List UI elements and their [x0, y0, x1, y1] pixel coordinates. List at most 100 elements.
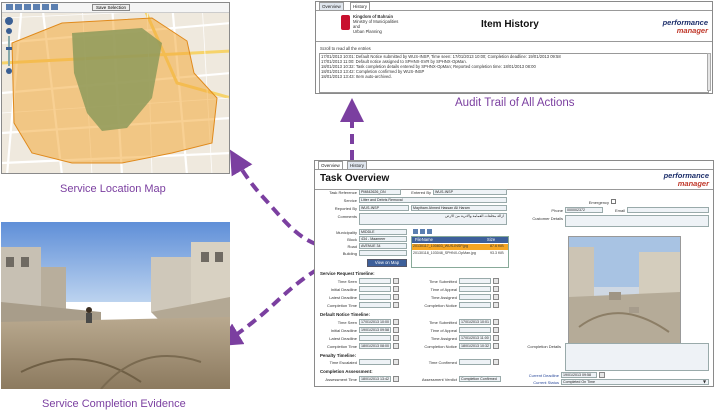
attachments-toolbar [411, 228, 507, 236]
save-selection-button[interactable]: Save Selection [92, 4, 131, 11]
block-select[interactable]: 434 - Maameer [359, 236, 407, 242]
table-row[interactable]: 20130117_100803_WUS-INSP.jpg 87.6 KiB [412, 244, 508, 250]
reporter-name-field[interactable]: Maytham Ahmed Hassan Ali Haram [411, 205, 507, 211]
def-right-label: Time of Appeal [430, 328, 457, 333]
assessment-verdict-field[interactable]: Completion Confirmed [459, 376, 501, 382]
req-right-field[interactable] [459, 302, 491, 308]
def-right-field[interactable]: 17/01/2013 10:01 [459, 319, 491, 325]
completion-photo[interactable] [568, 236, 681, 345]
date-picker-icon[interactable] [393, 376, 399, 382]
entered-by-label: Entered By [411, 190, 431, 195]
req-left-field[interactable] [359, 294, 391, 300]
add-file-icon[interactable] [413, 229, 418, 234]
remove-file-icon[interactable] [420, 229, 425, 234]
date-picker-icon[interactable] [393, 359, 399, 365]
def-right-label: Time Submitted [429, 320, 457, 325]
req-left-field[interactable] [359, 278, 391, 284]
building-field[interactable] [359, 250, 407, 256]
req-left-field[interactable] [359, 286, 391, 292]
req-right-field[interactable] [459, 294, 491, 300]
def-right-label: Time Assigned [430, 336, 457, 341]
date-picker-icon[interactable] [493, 335, 499, 341]
zoom-track[interactable] [8, 36, 10, 66]
zoom-in-icon[interactable] [6, 28, 12, 34]
date-picker-icon[interactable] [393, 278, 399, 284]
block-label: Block [347, 237, 357, 242]
clear-tool-icon[interactable] [42, 4, 49, 10]
comments-field[interactable]: ازالة مخلفات القمامة والاتربة من الارض [359, 213, 507, 225]
refresh-file-icon[interactable] [427, 229, 432, 234]
emergency-checkbox[interactable] [611, 199, 616, 204]
date-picker-icon[interactable] [493, 286, 499, 292]
req-right-field[interactable] [459, 286, 491, 292]
email-field[interactable] [627, 207, 709, 213]
table-row[interactable]: 20130118_103048_SPHNX-OpMan.jpg 93.3 KiB [412, 251, 508, 257]
current-status-select[interactable]: Completed On Time [561, 379, 709, 385]
log-scrollbar[interactable] [707, 53, 711, 91]
zoom-slider[interactable] [5, 17, 13, 77]
def-right-field[interactable]: 18/01/2013 10:32 [459, 343, 491, 349]
time-escalated-field[interactable] [359, 359, 391, 365]
pan-tool-icon[interactable] [6, 4, 13, 10]
customer-details-label: Customer Details [532, 216, 563, 221]
date-picker-icon[interactable] [393, 286, 399, 292]
date-picker-icon[interactable] [393, 343, 399, 349]
pan-control-icon[interactable] [5, 17, 13, 25]
reported-by-field[interactable]: WUS-INSP [359, 205, 409, 211]
email-label: Email [614, 208, 625, 213]
def-left-field[interactable] [359, 335, 391, 341]
entered-by-field[interactable]: WUS-INSP [433, 189, 507, 195]
view-on-map-button[interactable]: View on Map [367, 259, 407, 267]
date-picker-icon[interactable] [393, 335, 399, 341]
date-picker-icon[interactable] [393, 319, 399, 325]
date-picker-icon[interactable] [599, 372, 605, 378]
select-tool-icon[interactable] [24, 4, 31, 10]
street-map[interactable] [2, 3, 230, 174]
def-left-field[interactable]: 17/01/2013 10:00 [359, 319, 391, 325]
info-tool-icon[interactable] [51, 4, 58, 10]
performance-manager-logo: performance manager [662, 18, 708, 35]
time-escalated-label: Time Escalated [329, 360, 357, 365]
current-deadline-field[interactable]: 19/01/2013 09:58 [561, 372, 597, 378]
file-name: 20130118_103048_SPHNX-OpMan.jpg [413, 251, 476, 255]
filename-header: FileName [415, 237, 433, 242]
zoom-handle[interactable] [6, 47, 12, 50]
time-confirmed-field[interactable] [459, 359, 491, 365]
task-reference-field[interactable]: PM842626_DN [359, 189, 401, 195]
default-notice-timeline-heading: Default Notice Timeline: [320, 312, 370, 317]
def-left-field[interactable]: 19/01/2013 09:58 [359, 327, 391, 333]
req-right-field[interactable] [459, 278, 491, 284]
phone-field[interactable]: 000002372 [565, 207, 603, 213]
map-panel[interactable]: Save Selection [1, 2, 230, 174]
zoom-box-icon[interactable] [15, 4, 22, 10]
date-picker-icon[interactable] [493, 319, 499, 325]
date-picker-icon[interactable] [393, 302, 399, 308]
file-name: 20130117_100803_WUS-INSP.jpg [413, 244, 469, 248]
service-field[interactable]: Litter and Debris Removal [359, 197, 507, 203]
chevron-down-icon[interactable]: ▼ [703, 380, 706, 384]
assessment-time-field[interactable]: 18/01/2013 13:42 [359, 376, 391, 382]
date-picker-icon[interactable] [393, 327, 399, 333]
date-picker-icon[interactable] [493, 294, 499, 300]
date-picker-icon[interactable] [393, 294, 399, 300]
customer-details-field[interactable] [565, 215, 709, 227]
def-right-field[interactable]: 17/01/2013 11:00 [459, 335, 491, 341]
phone-label: Phone [551, 208, 563, 213]
def-left-label: Time Seen [337, 320, 357, 325]
date-picker-icon[interactable] [493, 278, 499, 284]
history-log[interactable]: 17/01/2013 10:01: Default Notice submitt… [319, 53, 709, 93]
measure-tool-icon[interactable] [33, 4, 40, 10]
def-right-field[interactable] [459, 327, 491, 333]
date-picker-icon[interactable] [493, 327, 499, 333]
zoom-out-icon[interactable] [6, 68, 12, 74]
municipality-select[interactable]: MIDDLE [359, 229, 407, 235]
req-left-field[interactable] [359, 302, 391, 308]
road-select[interactable]: AVENUE 34 [359, 243, 407, 249]
date-picker-icon[interactable] [493, 302, 499, 308]
completion-details-field[interactable] [565, 343, 709, 371]
date-picker-icon[interactable] [493, 343, 499, 349]
def-left-field[interactable]: 18/01/2013 08:00 [359, 343, 391, 349]
road-label: Road [347, 244, 357, 249]
date-picker-icon[interactable] [493, 359, 499, 365]
attachments-table[interactable]: FileName Size 20130117_100803_WUS-INSP.j… [411, 236, 509, 268]
